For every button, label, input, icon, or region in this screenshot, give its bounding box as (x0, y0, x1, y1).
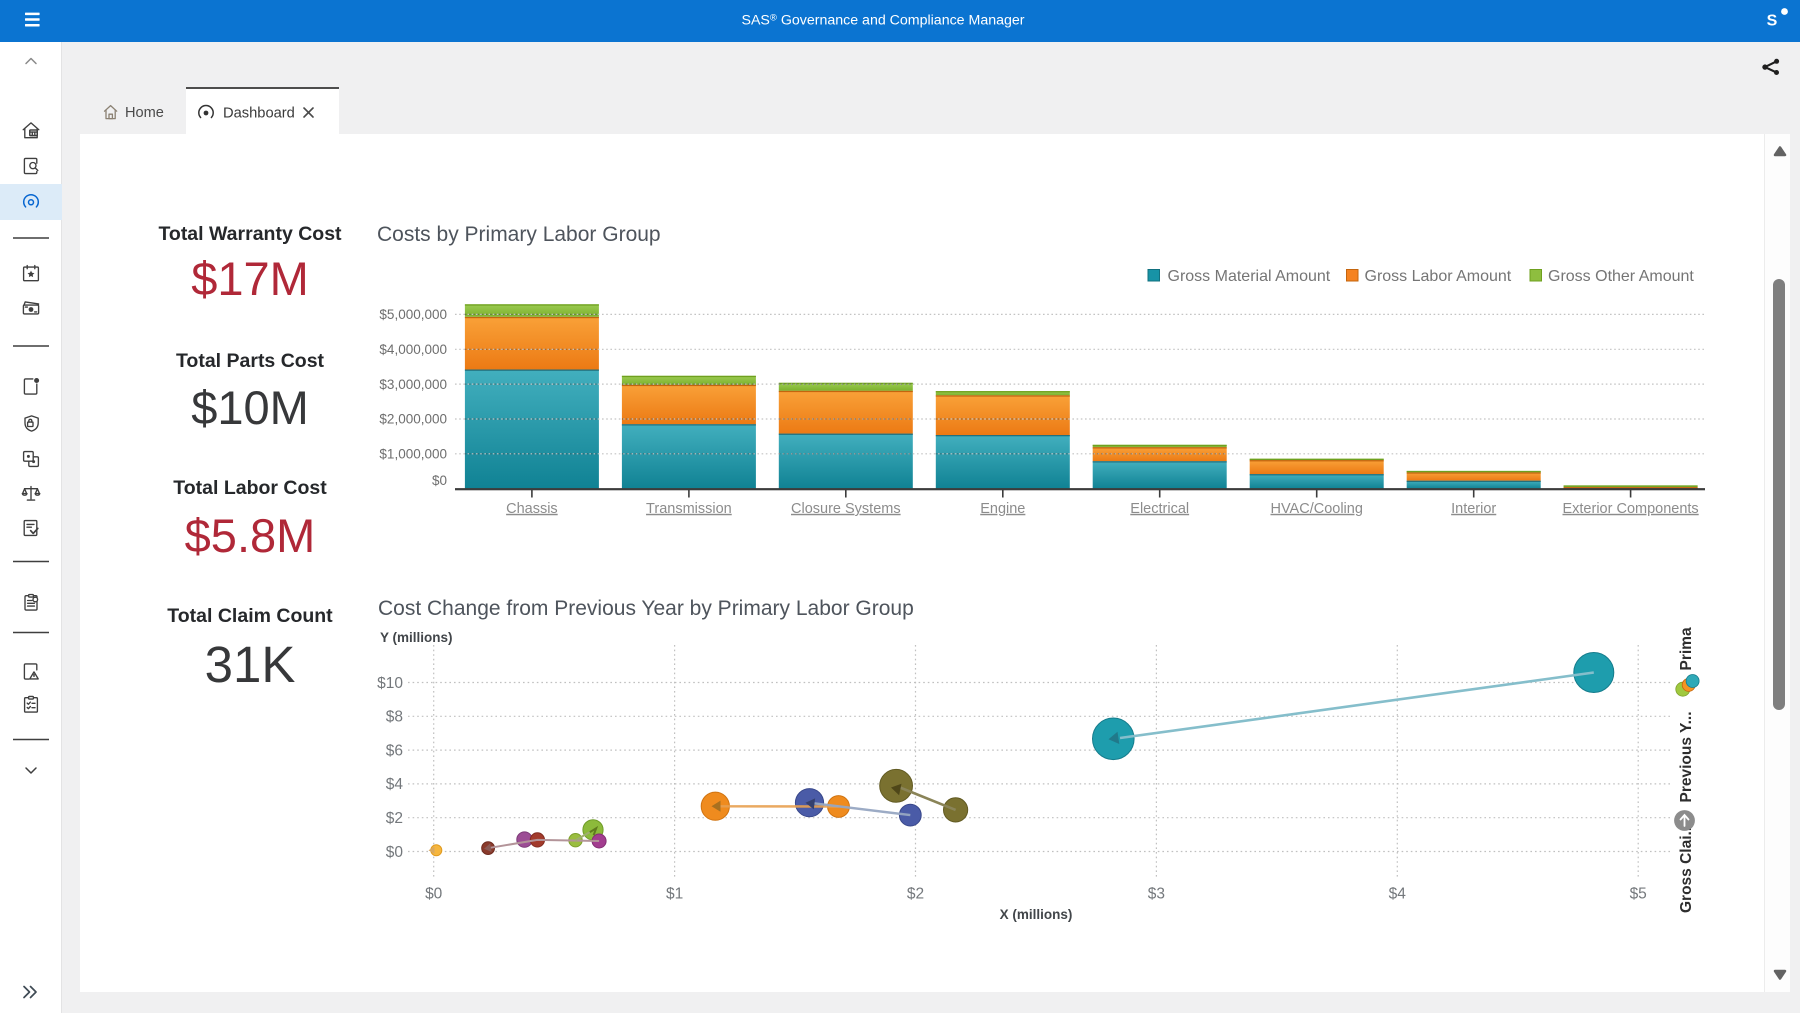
svg-text:Gross Material Amount: Gross Material Amount (1168, 268, 1331, 285)
svg-text:$4: $4 (1389, 886, 1407, 903)
svg-text:Gross Clai...: Gross Clai... (1678, 823, 1695, 913)
svg-text:$0: $0 (425, 886, 443, 903)
svg-text:$0: $0 (432, 473, 447, 488)
svg-text:$10: $10 (377, 675, 403, 692)
svg-text:Engine: Engine (980, 501, 1025, 517)
svg-text:$5,000,000: $5,000,000 (379, 307, 447, 322)
svg-text:$2: $2 (386, 810, 403, 827)
svg-text:$2,000,000: $2,000,000 (379, 412, 447, 427)
svg-text:Closure Systems: Closure Systems (791, 501, 901, 517)
svg-text:$1: $1 (666, 886, 683, 903)
svg-text:$3,000,000: $3,000,000 (379, 377, 447, 392)
svg-text:$5: $5 (1630, 886, 1647, 903)
svg-text:$6: $6 (386, 742, 403, 759)
svg-text:HVAC/Cooling: HVAC/Cooling (1270, 501, 1362, 517)
svg-text:$3: $3 (1148, 886, 1165, 903)
svg-text:Chassis: Chassis (506, 501, 558, 517)
svg-text:Previous Y...: Previous Y... (1678, 711, 1695, 802)
svg-text:Costs by Primary Labor Group: Costs by Primary Labor Group (377, 223, 661, 246)
svg-text:X (millions): X (millions) (1000, 907, 1073, 922)
svg-text:$4: $4 (386, 776, 404, 793)
svg-text:Transmission: Transmission (646, 501, 732, 517)
svg-text:Electrical: Electrical (1130, 501, 1189, 517)
svg-text:$0: $0 (386, 844, 404, 861)
svg-text:$1,000,000: $1,000,000 (379, 447, 447, 462)
svg-text:Gross Other Amount: Gross Other Amount (1548, 268, 1694, 285)
svg-text:Y (millions): Y (millions) (380, 630, 453, 645)
svg-text:Prima: Prima (1678, 627, 1695, 670)
svg-text:$4,000,000: $4,000,000 (379, 342, 447, 357)
svg-text:Interior: Interior (1451, 501, 1496, 517)
svg-text:$8: $8 (386, 709, 403, 726)
svg-text:Cost Change from Previous Year: Cost Change from Previous Year by Primar… (378, 597, 914, 620)
svg-text:Gross Labor Amount: Gross Labor Amount (1365, 268, 1512, 285)
svg-text:$2: $2 (907, 886, 924, 903)
svg-text:Exterior Components: Exterior Components (1562, 501, 1698, 517)
